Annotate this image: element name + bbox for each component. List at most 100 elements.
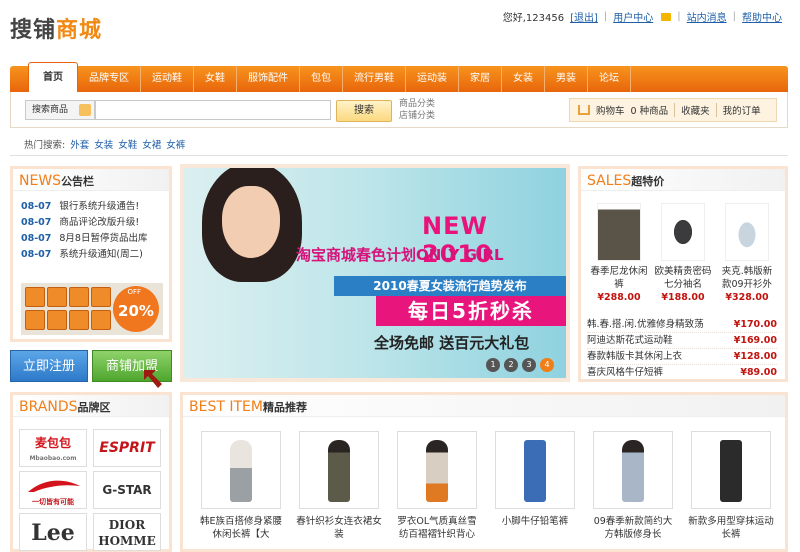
best-title-en: BEST ITEM: [189, 399, 263, 415]
list-item[interactable]: 喜庆风格牛仔短裤 ¥89.00: [587, 365, 777, 381]
brand-maibaobao[interactable]: 麦包包 Mbaobao.com: [19, 429, 87, 467]
carousel-page-button[interactable]: 4: [540, 358, 554, 372]
nav-tab-sneakers[interactable]: 运动鞋: [141, 66, 194, 92]
nav-tab-womens-wear[interactable]: 女装: [502, 66, 545, 92]
hot-keyword[interactable]: 女裤: [166, 137, 185, 151]
user-center-link[interactable]: 用户中心: [613, 9, 653, 24]
cart-icon: [578, 105, 590, 115]
brand-lee[interactable]: Lee: [19, 513, 87, 551]
product-price: ¥328.00: [725, 292, 769, 303]
divider: [10, 155, 788, 156]
brands-panel: BRANDS品牌区 麦包包 Mbaobao.com ESPRIT 一切皆有可能 …: [10, 392, 172, 552]
carousel-page-button[interactable]: 3: [522, 358, 536, 372]
best-product[interactable]: 小脚牛仔铅笔裤: [491, 431, 579, 528]
help-link[interactable]: 帮助中心: [742, 9, 782, 24]
mail-icon: [661, 12, 672, 21]
nav-tab-bags[interactable]: 包包: [300, 66, 343, 92]
greeting: 您好,123456: [502, 13, 565, 24]
best-product[interactable]: 新款多用型穿抹运动长裤: [687, 431, 775, 541]
hot-keyword[interactable]: 女装: [94, 137, 113, 151]
best-title-cn: 精品推荐: [262, 401, 307, 414]
banner-sale: 每日5折秒杀: [376, 296, 566, 326]
cart-box: 购物车 0 种商品 收藏夹 我的订单: [569, 98, 777, 122]
cart-count: 0 种商品: [630, 106, 669, 117]
hot-keyword[interactable]: 外套: [70, 137, 89, 151]
carousel-page-button[interactable]: 1: [486, 358, 500, 372]
sale-product[interactable]: 欧美精贵密码七分袖名 ¥188.00: [653, 203, 713, 304]
search-category-select[interactable]: 搜索商品: [25, 100, 95, 120]
arrow-icon: [144, 370, 162, 388]
hot-search: 热门搜索: 外套 女装 女鞋 女裙 女裤: [24, 137, 185, 151]
sale-list: 韩.春.搭.闲.优雅修身精致荡 ¥170.00 阿迪达斯花式运动鞋 ¥169.00 …: [587, 317, 777, 381]
search-button[interactable]: 搜索: [336, 100, 392, 122]
brand-esprit[interactable]: ESPRIT: [93, 429, 161, 467]
product-image: [597, 203, 641, 261]
product-name: 09春季新款简约大方韩版修身长: [593, 516, 673, 540]
logout-link[interactable]: [退出]: [570, 9, 598, 24]
nav-tab-womens-shoes[interactable]: 女鞋: [194, 66, 237, 92]
divider: |: [677, 11, 681, 22]
hot-keyword[interactable]: 女裙: [142, 137, 161, 151]
site-logo[interactable]: 搜铺商城: [10, 12, 102, 44]
sale-product[interactable]: 春季尼龙休闲裤 ¥288.00: [589, 203, 649, 304]
product-image: [661, 203, 705, 261]
my-orders-link[interactable]: 我的订单: [723, 103, 761, 117]
carousel-page-button[interactable]: 2: [504, 358, 518, 372]
carousel-pager: 1 2 3 4: [486, 358, 554, 372]
shop-category-link[interactable]: 店铺分类: [399, 110, 435, 122]
list-item[interactable]: 阿迪达斯花式运动鞋 ¥169.00: [587, 333, 777, 349]
best-product[interactable]: 罗衣OL气质真丝雪纺百褶褶针织背心: [393, 431, 481, 541]
messages-link[interactable]: 站内消息: [687, 9, 727, 24]
list-item[interactable]: 韩.春.搭.闲.优雅修身精致荡 ¥170.00: [587, 317, 777, 333]
hot-keyword[interactable]: 女鞋: [118, 137, 137, 151]
nav-tab-brands[interactable]: 品牌专区: [78, 66, 141, 92]
promo-carousel[interactable]: NEW 2010 淘宝商城春色计划ONLY GIRL 2010春夏女装流行趋势发…: [180, 164, 570, 382]
news-item[interactable]: 08-07 系统升级通知(周二): [21, 247, 161, 263]
news-item[interactable]: 08-07 8月8日暂停货品出库: [21, 231, 161, 247]
brand-gstar[interactable]: G-STAR: [93, 471, 161, 509]
search-input[interactable]: [95, 100, 331, 120]
nav-tab-forum[interactable]: 论坛: [588, 66, 631, 92]
register-button[interactable]: 立即注册: [10, 350, 88, 382]
nav-tab-sportswear[interactable]: 运动装: [406, 66, 459, 92]
sales-title-en: SALES: [587, 173, 632, 189]
product-name: 罗衣OL气质真丝雪纺百褶褶针织背心: [397, 516, 477, 540]
nav-tab-accessories[interactable]: 服饰配件: [237, 66, 300, 92]
product-name: 新款多用型穿抹运动长裤: [688, 516, 774, 540]
news-item[interactable]: 08-07 银行系统升级通告!: [21, 199, 161, 215]
product-name: 夹克.韩版新款09开衫外: [721, 266, 773, 290]
sales-panel: SALES超特价 春季尼龙休闲裤 ¥288.00 欧美精贵密码七分袖名 ¥188…: [578, 166, 788, 382]
logo-part1: 搜铺: [10, 18, 57, 43]
nav-tab-home-living[interactable]: 家居: [459, 66, 502, 92]
product-category-link[interactable]: 商品分类: [399, 98, 435, 110]
favorites-link[interactable]: 收藏夹: [681, 103, 710, 117]
divider: |: [732, 11, 736, 22]
cart-link[interactable]: 购物车: [596, 103, 625, 117]
brands-title-cn: 品牌区: [77, 401, 111, 414]
brand-dior-homme[interactable]: DIOR HOMME: [93, 513, 161, 551]
brand-lining[interactable]: 一切皆有可能: [19, 471, 87, 509]
promo-banner[interactable]: 20% OFF: [21, 283, 163, 335]
product-name: 小脚牛仔铅笔裤: [501, 516, 569, 527]
best-product[interactable]: 韩E族百搭修身紧腰休闲长裤【大: [197, 431, 285, 541]
best-product[interactable]: 春针织衫女连衣裙女装: [295, 431, 383, 541]
list-item[interactable]: 春款韩版卡其休闲上衣 ¥128.00: [587, 349, 777, 365]
banner-free-shipping: 全场免邮 送百元大礼包: [374, 334, 530, 352]
logo-part2: 商城: [56, 18, 103, 43]
nav-tab-mens-wear[interactable]: 男装: [545, 66, 588, 92]
best-product[interactable]: 09春季新款简约大方韩版修身长: [589, 431, 677, 541]
best-title: BEST ITEM精品推荐: [183, 395, 785, 417]
news-item[interactable]: 08-07 商品评论改版升级!: [21, 215, 161, 231]
sale-product[interactable]: 夹克.韩版新款09开衫外 ¥328.00: [717, 203, 777, 304]
nav-tab-home[interactable]: 首页: [28, 62, 78, 92]
nav-tab-mens-shoes[interactable]: 流行男鞋: [343, 66, 406, 92]
brands-title-en: BRANDS: [19, 399, 78, 415]
category-links: 商品分类 店铺分类: [399, 98, 435, 122]
product-image: [495, 431, 575, 509]
brands-title: BRANDS品牌区: [13, 395, 169, 417]
product-name: 春针织衫女连衣裙女装: [296, 516, 382, 540]
banner-image: NEW 2010 淘宝商城春色计划ONLY GIRL 2010春夏女装流行趋势发…: [184, 168, 566, 378]
lining-logo: [28, 480, 80, 492]
hot-search-label: 热门搜索:: [24, 140, 66, 151]
banner-plan: 淘宝商城春色计划ONLY GIRL: [296, 246, 504, 264]
